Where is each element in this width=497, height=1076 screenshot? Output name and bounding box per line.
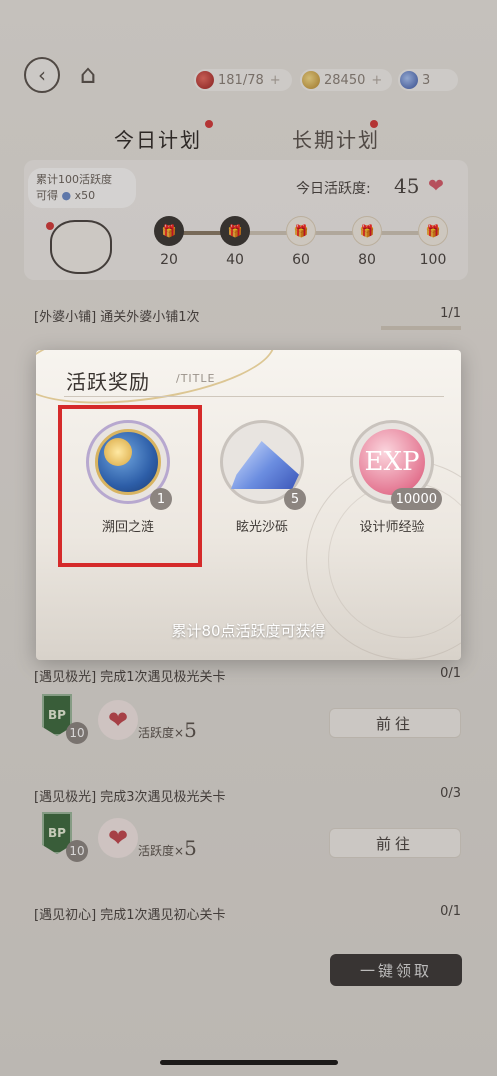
- reward-item-glare-sand[interactable]: 5 眩光沙砾: [210, 420, 310, 535]
- item-quantity: 10000: [390, 488, 442, 510]
- crystal-sand-icon: [231, 441, 299, 489]
- reward-item-designer-exp[interactable]: EXP 10000 设计师经验: [340, 420, 442, 535]
- item-name: 设计师经验: [359, 520, 425, 535]
- home-indicator[interactable]: [160, 1060, 338, 1065]
- item-name: 眩光沙砾: [235, 520, 288, 535]
- exp-icon: EXP: [359, 429, 425, 495]
- popup-footer-text: 累计80点活跃度可获得: [171, 622, 326, 640]
- divider: [64, 396, 444, 397]
- highlight-box: [58, 405, 202, 567]
- item-quantity: 5: [284, 488, 306, 510]
- popup-title: 活跃奖励: [66, 370, 150, 394]
- popup-subtitle: /TITLE: [176, 372, 216, 385]
